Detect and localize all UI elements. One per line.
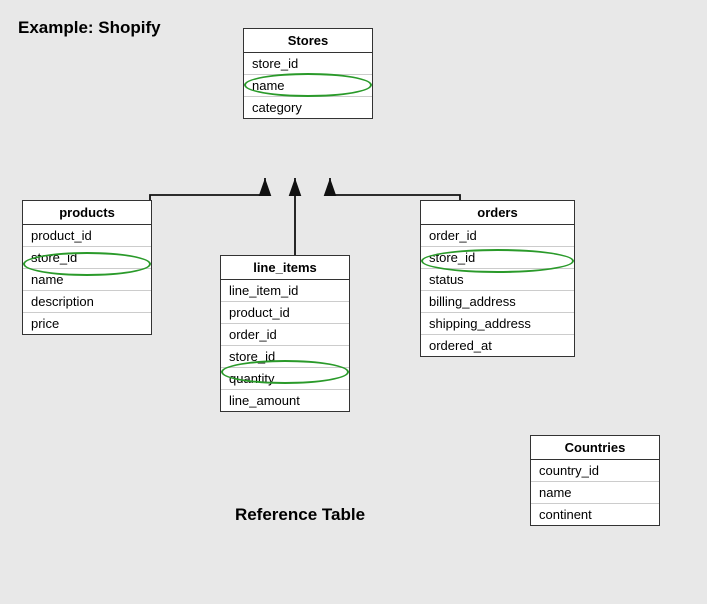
line-items-row-store_id: store_id	[221, 346, 349, 368]
orders-row-status: status	[421, 269, 574, 291]
orders-row-store_id: store_id	[421, 247, 574, 269]
orders-header: orders	[421, 201, 574, 225]
countries-header: Countries	[531, 436, 659, 460]
line-items-row-quantity: quantity	[221, 368, 349, 390]
countries-table: Countries country_id name continent	[530, 435, 660, 526]
line-items-row-line_item_id: line_item_id	[221, 280, 349, 302]
products-row-product_id: product_id	[23, 225, 151, 247]
stores-table: Stores store_id name category	[243, 28, 373, 119]
line-items-row-order_id: order_id	[221, 324, 349, 346]
orders-row-billing_address: billing_address	[421, 291, 574, 313]
products-header: products	[23, 201, 151, 225]
products-row-name: name	[23, 269, 151, 291]
reference-label: Reference Table	[200, 505, 400, 525]
stores-row-name: name	[244, 75, 372, 97]
products-row-price: price	[23, 313, 151, 334]
countries-row-country_id: country_id	[531, 460, 659, 482]
orders-table: orders order_id store_id status billing_…	[420, 200, 575, 357]
products-table: products product_id store_id name descri…	[22, 200, 152, 335]
products-row-store_id: store_id	[23, 247, 151, 269]
products-row-description: description	[23, 291, 151, 313]
line-items-table: line_items line_item_id product_id order…	[220, 255, 350, 412]
stores-header: Stores	[244, 29, 372, 53]
stores-row-category: category	[244, 97, 372, 118]
countries-row-continent: continent	[531, 504, 659, 525]
orders-row-order_id: order_id	[421, 225, 574, 247]
orders-row-shipping_address: shipping_address	[421, 313, 574, 335]
stores-row-store_id: store_id	[244, 53, 372, 75]
example-label: Example: Shopify	[18, 18, 161, 38]
line-items-row-product_id: product_id	[221, 302, 349, 324]
diagram-container: Example: Shopify Stores store_id name ca…	[0, 0, 707, 604]
line-items-row-line_amount: line_amount	[221, 390, 349, 411]
line-items-header: line_items	[221, 256, 349, 280]
countries-row-name: name	[531, 482, 659, 504]
orders-row-ordered_at: ordered_at	[421, 335, 574, 356]
